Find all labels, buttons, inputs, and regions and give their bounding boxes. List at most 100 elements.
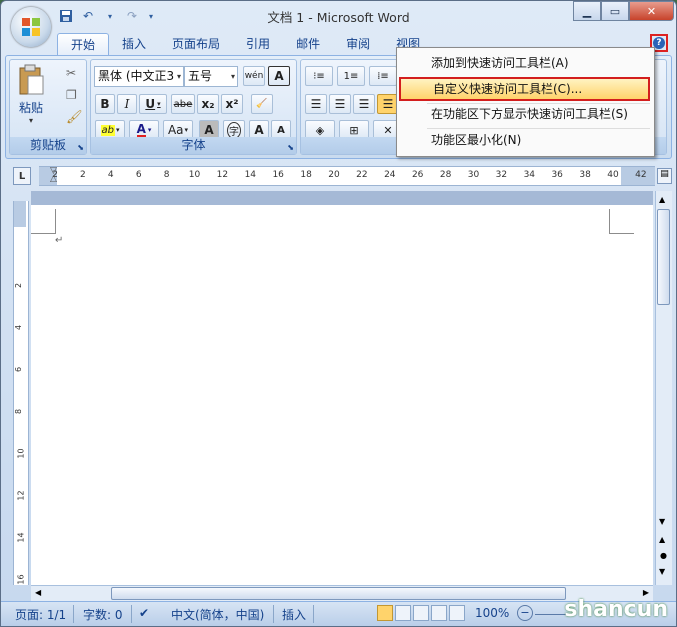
underline-button[interactable]: U ▾ [139, 94, 167, 114]
page-count[interactable]: 页面: 1/1 [15, 606, 66, 623]
full-screen-reading-view-button[interactable] [395, 605, 411, 621]
title-bar: 文档 1 - Microsoft Word ↶ ▾ ↷ ▾ ▁ ▭ ✕ [1, 1, 676, 31]
ruler-tick-label: 6 [135, 170, 142, 180]
char-shading-label: A [204, 123, 214, 137]
align-right-button[interactable]: ☰ [353, 94, 375, 114]
menu-item-minimize-ribbon[interactable]: 功能区最小化(N) [399, 128, 650, 152]
multilevel-list-button[interactable]: ⁞≡ [369, 66, 397, 86]
change-case-label: Aa [167, 123, 184, 137]
multilevel-list-icon: ⁞≡ [377, 70, 389, 82]
ruler-tick-label: 28 [439, 170, 452, 180]
numbering-button[interactable]: 1≡ [337, 66, 365, 86]
next-page-icon[interactable]: ▼ [659, 567, 665, 576]
outline-view-button[interactable] [431, 605, 447, 621]
clipboard-launcher-icon[interactable]: ⬊ [77, 143, 84, 152]
draft-view-button[interactable] [449, 605, 465, 621]
enclose-char-label: 字 [227, 121, 241, 139]
horizontal-scrollbar[interactable]: ◀ ▶ [31, 585, 653, 602]
vertical-scroll-thumb[interactable] [657, 209, 670, 305]
chevron-down-icon: ▾ [147, 126, 152, 134]
scroll-left-icon[interactable]: ◀ [35, 588, 41, 597]
scroll-down-icon[interactable]: ▼ [659, 517, 665, 526]
phonetic-guide-label: wén [244, 70, 264, 81]
subscript-button[interactable]: x₂ [197, 94, 219, 114]
ruler-tick-label: 18 [300, 170, 312, 180]
insert-mode-indicator[interactable]: 插入 [282, 606, 306, 623]
copy-icon[interactable]: ❐ [66, 88, 77, 102]
align-center-button[interactable]: ☰ [329, 94, 351, 114]
strikethrough-button[interactable]: abe [171, 94, 195, 114]
tab-review[interactable]: 审阅 [333, 33, 383, 55]
tab-home[interactable]: 开始 [57, 33, 110, 56]
tab-mailings[interactable]: 邮件 [283, 33, 333, 55]
redo-icon[interactable]: ↷ [123, 7, 141, 25]
office-button[interactable] [11, 7, 51, 47]
ruler-tick-label: 22 [356, 170, 368, 180]
web-layout-view-button[interactable] [413, 605, 429, 621]
menu-item-show-qat-below[interactable]: 在功能区下方显示快速访问工具栏(S) [399, 102, 650, 126]
ribbon-tabs: 开始 插入 页面布局 引用 邮件 审阅 视图 [57, 33, 433, 56]
format-painter-icon[interactable]: 🖌 [66, 110, 83, 125]
tab-page-layout[interactable]: 页面布局 [159, 33, 233, 55]
horizontal-scroll-thumb[interactable] [111, 587, 566, 600]
vertical-scrollbar[interactable]: ▲ ▼ ▲ ● ▼ [655, 191, 672, 585]
status-separator [313, 605, 314, 623]
char-border-button[interactable]: A [268, 66, 290, 86]
scroll-up-icon[interactable]: ▲ [659, 195, 665, 204]
tab-selector-button[interactable]: L [13, 167, 31, 185]
close-button[interactable]: ✕ [629, 1, 674, 21]
document-page[interactable]: ↵ [31, 205, 653, 585]
menu-item-customize-qat[interactable]: 自定义快速访问工具栏(C)... [399, 77, 650, 101]
vertical-ruler-tick-label: 16 [16, 574, 26, 585]
grow-font-label: A [254, 123, 264, 137]
italic-label: I [124, 97, 130, 111]
font-size-combo[interactable]: 五号 ▾ [184, 66, 238, 87]
ruler-tick-label: 16 [272, 170, 284, 180]
bold-button[interactable]: B [95, 94, 115, 114]
maximize-button[interactable]: ▭ [601, 1, 629, 21]
italic-button[interactable]: I [117, 94, 137, 114]
save-icon[interactable] [57, 7, 75, 25]
menu-item-add-to-qat[interactable]: 添加到快速访问工具栏(A) [399, 51, 650, 75]
cut-icon[interactable]: ✂ [66, 66, 76, 80]
superscript-button[interactable]: x² [221, 94, 243, 114]
undo-dropdown-icon[interactable]: ▾ [101, 7, 119, 25]
phonetic-guide-button[interactable]: wén [243, 66, 265, 86]
tab-references[interactable]: 引用 [233, 33, 283, 55]
horizontal-ruler: 2 2 4 6 8 10 12 14 16 18 20 22 24 26 28 30 32 34 36 38 40 42 … [39, 166, 655, 186]
prev-page-icon[interactable]: ▲ [659, 535, 665, 544]
paste-button[interactable]: 粘贴 ▾ [14, 64, 48, 132]
status-separator [273, 605, 274, 623]
font-color-label: A [136, 121, 146, 138]
paste-icon [19, 64, 44, 95]
undo-icon[interactable]: ↶ [79, 7, 97, 25]
justify-icon: ☰ [382, 97, 394, 111]
align-left-icon: ☰ [310, 97, 322, 111]
ruler-toggle-icon[interactable]: ▤ [657, 168, 672, 184]
paint-bucket-icon: ◈ [315, 123, 325, 137]
ruler-margin-top [14, 201, 26, 227]
tab-insert[interactable]: 插入 [109, 33, 159, 55]
bullets-button[interactable]: ⁝≡ [305, 66, 333, 86]
clear-format-button[interactable]: 🧹 [251, 94, 273, 114]
proofing-icon[interactable]: ✔ [139, 606, 149, 620]
ruler-tick-label: 4 [107, 170, 114, 180]
language-indicator[interactable]: 中文(简体，中国) [171, 606, 264, 623]
browse-object-icon[interactable]: ● [660, 551, 667, 560]
superscript-label: x² [225, 97, 239, 111]
word-count[interactable]: 字数: 0 [83, 606, 123, 623]
ruler-tick-label: 24 [384, 170, 396, 180]
zoom-out-icon[interactable]: − [517, 605, 533, 621]
chevron-down-icon: ▾ [230, 72, 235, 81]
scroll-right-icon[interactable]: ▶ [643, 588, 649, 597]
minimize-button[interactable]: ▁ [573, 1, 601, 21]
window-controls: ▁ ▭ ✕ [573, 1, 674, 21]
font-name-combo[interactable]: 黑体 (中文正3 ▾ [94, 66, 184, 87]
indent-marker-icon[interactable]: ▽ △ [50, 167, 57, 184]
ruler-tick-label: 34 [523, 170, 536, 180]
zoom-level[interactable]: 100% [475, 606, 509, 620]
customize-qat-icon[interactable]: ▾ [145, 7, 157, 25]
print-layout-view-button[interactable] [377, 605, 393, 621]
font-launcher-icon[interactable]: ⬊ [287, 143, 294, 152]
align-left-button[interactable]: ☰ [305, 94, 327, 114]
